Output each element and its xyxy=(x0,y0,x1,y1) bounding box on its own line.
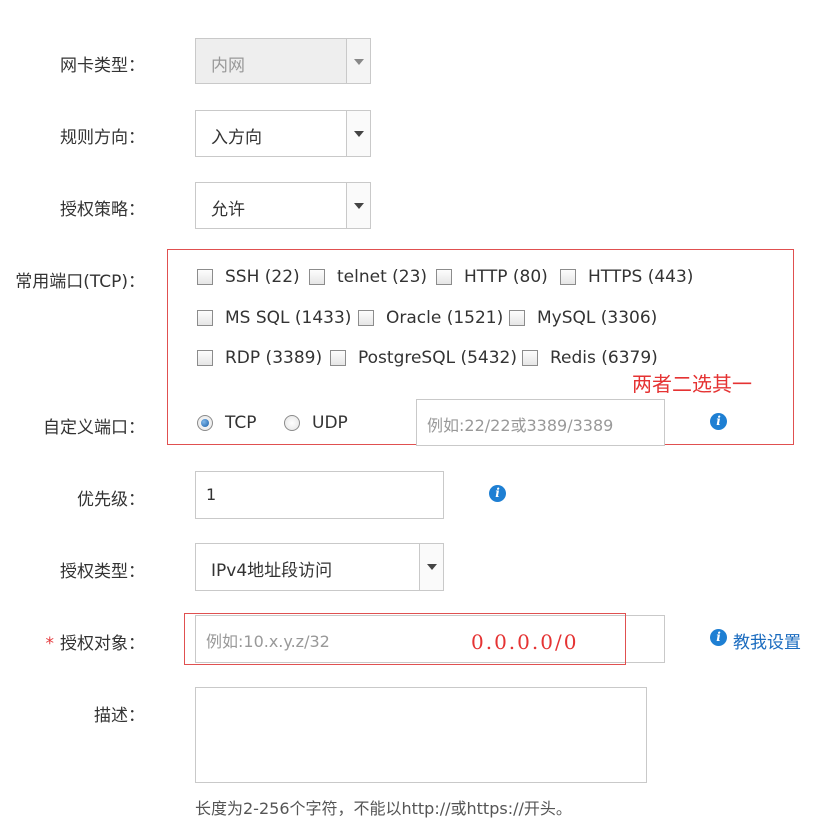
ports-annotation-text: 两者二选其一 xyxy=(632,372,752,396)
chevron-down-icon xyxy=(346,39,370,83)
nic-type-label: 网卡类型： xyxy=(60,56,145,76)
direction-label: 规则方向： xyxy=(60,128,145,148)
radio-tcp[interactable]: TCP xyxy=(197,413,257,433)
auth-object-label: * 授权对象： xyxy=(46,629,146,654)
description-hint: 长度为2-256个字符，不能以http://或https://开头。 xyxy=(195,799,572,818)
info-icon[interactable]: i xyxy=(710,413,727,430)
radio-label: TCP xyxy=(225,413,257,433)
priority-value: 1 xyxy=(206,485,217,504)
custom-port-input[interactable]: 例如:22/22或3389/3389 xyxy=(416,399,665,446)
custom-port-placeholder: 例如:22/22或3389/3389 xyxy=(427,416,614,435)
radio-label: UDP xyxy=(312,413,348,433)
required-mark: * xyxy=(45,634,55,654)
common-ports-label: 常用端口(TCP)： xyxy=(15,272,145,292)
auth-type-label: 授权类型： xyxy=(60,562,145,582)
description-textarea[interactable] xyxy=(195,687,647,783)
custom-port-label: 自定义端口： xyxy=(43,418,145,438)
chevron-down-icon[interactable] xyxy=(346,183,370,228)
radio-udp[interactable]: UDP xyxy=(284,413,348,433)
auth-type-select[interactable]: IPv4地址段访问 xyxy=(195,543,444,591)
policy-select[interactable]: 允许 xyxy=(195,182,371,229)
policy-value: 允许 xyxy=(211,200,245,220)
auth-object-label-text: 授权对象： xyxy=(60,634,145,654)
help-link[interactable]: 教我设置 xyxy=(733,628,801,653)
priority-input[interactable]: 1 xyxy=(195,471,444,519)
direction-value: 入方向 xyxy=(211,128,262,148)
radio-dot[interactable] xyxy=(284,415,300,431)
radio-dot-selected[interactable] xyxy=(197,415,213,431)
chevron-down-icon[interactable] xyxy=(419,544,443,590)
priority-label: 优先级： xyxy=(77,490,145,510)
auth-object-annotation-text: 0.0.0.0/0 xyxy=(471,630,579,654)
nic-type-value: 内网 xyxy=(211,56,245,76)
direction-select[interactable]: 入方向 xyxy=(195,110,371,157)
info-icon[interactable]: i xyxy=(710,629,727,646)
auth-type-value: IPv4地址段访问 xyxy=(211,561,333,581)
nic-type-select: 内网 xyxy=(195,38,371,84)
description-label: 描述： xyxy=(94,706,145,726)
chevron-down-icon[interactable] xyxy=(346,111,370,156)
info-icon[interactable]: i xyxy=(489,485,506,502)
policy-label: 授权策略： xyxy=(60,200,145,220)
